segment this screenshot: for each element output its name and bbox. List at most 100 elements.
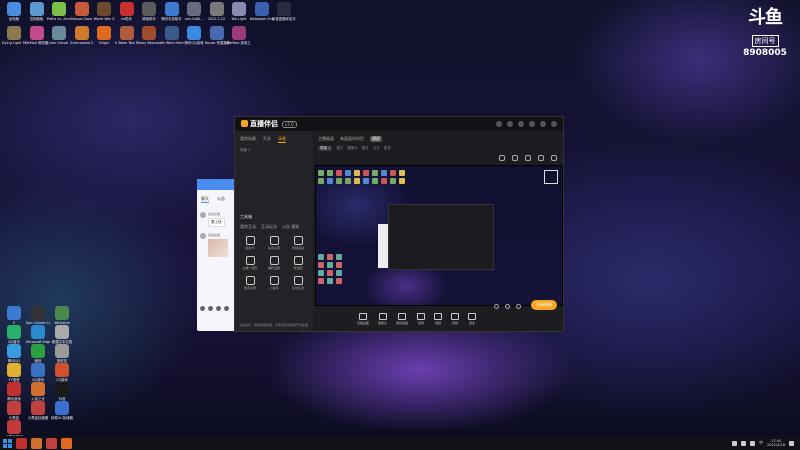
desktop-icon[interactable]: WeMod 游戏工具 [227, 26, 251, 45]
source-control[interactable]: 直播画面 [357, 313, 369, 325]
desktop-icon[interactable]: QQ音乐 [2, 325, 26, 344]
desktop-icon[interactable]: V [2, 306, 26, 325]
desktop-icon[interactable]: Wallpaper Engine [250, 2, 274, 21]
tab-companion-view[interactable]: 有画面的伴侣 [340, 136, 364, 142]
settings-icon[interactable] [516, 304, 521, 309]
desktop-icon[interactable]: World War Z [92, 2, 116, 21]
desktop-icon[interactable]: CS游戏 [50, 363, 74, 382]
desktop-icon[interactable]: 抖音 [50, 382, 74, 401]
taskbar-app-icon[interactable] [61, 437, 72, 449]
avatar[interactable] [496, 121, 502, 127]
tool-item[interactable]: 粉丝团 [287, 256, 309, 270]
tab-chat[interactable]: 聊天 [201, 196, 209, 203]
desktop-icon[interactable]: Overcooked 2 [70, 26, 94, 45]
desktop-icon[interactable]: Mouse Gaze [70, 2, 94, 21]
desktop-icon[interactable]: YY语音 [2, 363, 26, 382]
emoji-icon[interactable] [200, 306, 205, 311]
live-preview[interactable] [315, 165, 563, 306]
file-icon[interactable] [216, 306, 221, 311]
desktop-icon[interactable]: Mouse 有直播伴侣 [205, 26, 229, 45]
layout-icon[interactable] [499, 155, 505, 161]
source-subtab[interactable]: 更多 [384, 146, 391, 151]
chevron-up-icon[interactable] [732, 440, 738, 446]
desktop-icon[interactable]: 小黑盒加速器 [26, 401, 50, 420]
tool-group-notice[interactable]: 公告·通知 [282, 224, 299, 230]
desktop-icon[interactable]: 抖音直播伴侣平台 [272, 2, 296, 21]
source-control[interactable]: 音频 [451, 313, 460, 325]
desktop-icon[interactable]: 腾讯QQ [2, 344, 26, 363]
source-subtab[interactable]: 摄像头 [347, 146, 358, 151]
desktop-icon[interactable]: 此电脑 [2, 2, 26, 21]
start-live-button[interactable]: 开始直播 [531, 300, 557, 310]
desktop-icon[interactable]: 网易UU加速器 [50, 401, 74, 420]
source-control[interactable]: 游戏画面 [396, 313, 408, 325]
maximize-icon[interactable] [540, 121, 546, 127]
tool-item[interactable]: 福利宝箱 [263, 256, 285, 270]
network-icon[interactable] [741, 440, 747, 446]
desktop-icon[interactable]: vn助手 [115, 2, 139, 21]
desktop-icon[interactable]: 回收站 [50, 344, 74, 363]
tool-item[interactable]: 营销活动 [287, 236, 309, 250]
logo-icon[interactable] [538, 155, 544, 161]
desktop-icon[interactable]: Paths vs. Zombies [47, 2, 71, 21]
tool-item[interactable]: 主播一起玩 [239, 256, 261, 270]
desktop-icon[interactable]: 控制面板 [25, 2, 49, 21]
mic-toggle-icon[interactable] [505, 304, 510, 309]
chat-image[interactable] [208, 239, 228, 257]
desktop-icon[interactable]: Epic Games Launcher [26, 306, 50, 325]
tab-switch[interactable]: 开关 [263, 136, 271, 143]
desktop-icon[interactable]: Iron Gravel [47, 26, 71, 45]
image-icon[interactable] [208, 306, 213, 311]
tab-landscape[interactable]: 横屏 [370, 136, 382, 142]
notification-icon[interactable] [789, 440, 794, 446]
desktop-icon[interactable]: 新建文本文档 [50, 325, 74, 344]
desktop-icon[interactable]: Wa Light [227, 2, 251, 21]
windows-start-icon[interactable] [3, 438, 12, 448]
desktop-icon[interactable]: 腾讯游戏 [2, 382, 26, 401]
taskbar-app-icon[interactable] [46, 437, 57, 449]
close-icon[interactable] [551, 121, 557, 127]
version-badge[interactable]: v7.0 [282, 120, 297, 128]
source-subtab[interactable]: 文字 [373, 146, 380, 151]
desktop-icon[interactable]: QQ游戏 [26, 363, 50, 382]
tool-item[interactable]: 房间设置 [263, 236, 285, 250]
desktop-icon[interactable]: WeGame [50, 306, 74, 325]
desktop-icon[interactable]: WeMod 修改器游戏工具 [25, 26, 49, 45]
mic-icon[interactable] [512, 155, 518, 161]
source-control[interactable]: 摄像头 [378, 313, 387, 325]
desktop-icon[interactable]: 2022.2.22 [205, 2, 229, 21]
desktop-icon[interactable]: 小黑盒 [2, 401, 26, 420]
tab-scene[interactable]: 场景 [278, 136, 286, 143]
desktop-icon[interactable]: 微信 [26, 344, 50, 363]
record-icon[interactable] [525, 155, 531, 161]
tool-item[interactable]: 连麦PK [239, 236, 261, 250]
source-subtab[interactable]: 屏幕 1 [318, 146, 333, 151]
desktop-icon[interactable]: 原画助手 [137, 2, 161, 21]
source-control[interactable]: 更多 [468, 313, 477, 325]
desktop-icon[interactable]: neil-GoBi... [182, 2, 206, 21]
more-icon[interactable] [224, 306, 229, 311]
desktop-icon[interactable]: Origin [92, 26, 116, 45]
tab-announcement[interactable]: 公告 [217, 196, 225, 203]
desktop-icon[interactable]: 腾讯手游助手 [160, 2, 184, 21]
taskbar-app-icon[interactable] [31, 437, 42, 449]
desktop-icon[interactable]: Dying Light The Follo... [2, 26, 26, 45]
tool-item[interactable]: 小游戏 [263, 276, 285, 290]
scene-row[interactable]: 场景 1 [235, 145, 313, 156]
tab-my-scenes[interactable]: 我的场景 [240, 136, 256, 143]
desktop-icon[interactable]: 火炬之光 [26, 382, 50, 401]
settings-icon[interactable] [518, 121, 524, 127]
share-icon[interactable] [551, 155, 557, 161]
desktop-icon[interactable]: We Were Here Toge... [160, 26, 184, 45]
tab-broadcaster-view[interactable]: 主播画面 [318, 136, 334, 142]
volume-icon[interactable] [750, 440, 756, 446]
source-control[interactable]: 投屏 [417, 313, 426, 325]
tool-group-mine[interactable]: 我的互动 [240, 224, 256, 230]
tool-item[interactable]: 互动玩法 [287, 276, 309, 290]
taskbar-app-icon[interactable] [16, 437, 27, 449]
minimize-icon[interactable] [529, 121, 535, 127]
tool-item[interactable]: 更多功能 [239, 276, 261, 290]
desktop-icon[interactable]: 腾讯QQ游戏 [182, 26, 206, 45]
tool-group-play[interactable]: 互动玩法 [261, 224, 277, 230]
desktop-icon[interactable]: Ivory Beacon [137, 26, 161, 45]
